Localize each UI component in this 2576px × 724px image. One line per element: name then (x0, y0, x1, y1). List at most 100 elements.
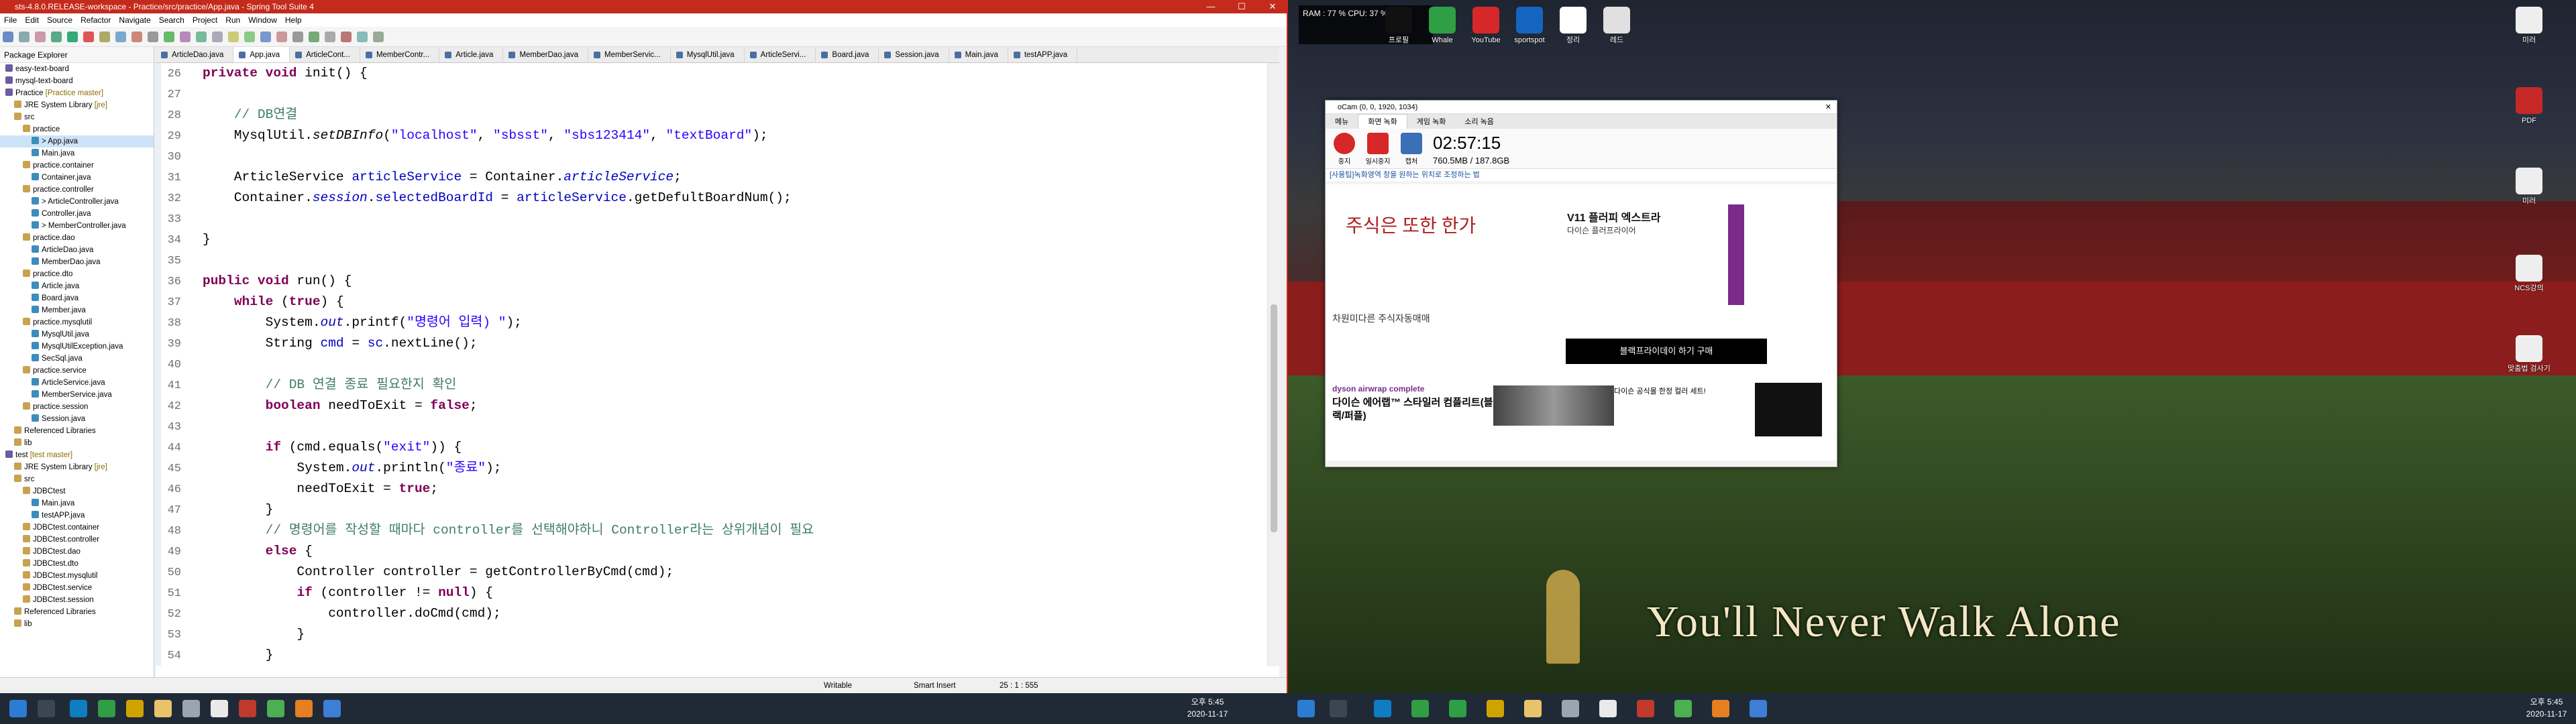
desktop-icon[interactable]: 미러 (2506, 168, 2553, 206)
desktop-icon[interactable]: 프로필 (1375, 7, 1422, 45)
editor-tab[interactable]: App.java (233, 47, 290, 62)
capture-button[interactable]: 캡처 (1397, 133, 1426, 166)
advertisement[interactable]: 주식은 또한 한가 차원미다른 주식자동매매 V11 플러피 엑스트라 다이슨 … (1326, 184, 1837, 461)
toolbar-button-icon[interactable] (180, 32, 191, 42)
toolbar-button-icon[interactable] (341, 32, 352, 42)
desktop-icon[interactable]: sportspot (1506, 7, 1553, 45)
code-area[interactable]: 26 private void init() {27 28 // DB연결 29 My… (156, 63, 1266, 666)
code-line[interactable]: 33 (156, 208, 1266, 229)
code-line[interactable]: 35 (156, 250, 1266, 271)
tree-folder[interactable]: JDBCtest.session (0, 594, 154, 606)
toolbar-button-icon[interactable] (83, 32, 94, 42)
tree-folder[interactable]: practice (0, 123, 154, 135)
code-line[interactable]: 52 controller.doCmd(cmd); (156, 603, 1266, 624)
tree-file[interactable]: Article.java (0, 280, 154, 292)
code-line[interactable]: 30 (156, 146, 1266, 167)
editor-tab[interactable]: MemberDao.java (503, 47, 589, 62)
tree-file[interactable]: MysqlUtil.java (0, 328, 154, 341)
toolbar-button-icon[interactable] (228, 32, 239, 42)
edge-icon[interactable] (70, 700, 87, 717)
tree-folder[interactable]: practice.mysqlutil (0, 316, 154, 328)
tree-folder[interactable]: JDBCtest.controller (0, 534, 154, 546)
tree-file[interactable]: ArticleDao.java (0, 244, 154, 256)
editor-tab[interactable]: MemberServic... (588, 47, 671, 62)
stop-button[interactable]: 중지 (1330, 133, 1359, 166)
code-line[interactable]: 40 (156, 354, 1266, 375)
tree-project[interactable]: easy-text-board (0, 63, 154, 75)
ocam-icon[interactable] (295, 700, 313, 717)
tree-file[interactable]: testAPP.java (0, 509, 154, 522)
code-line[interactable]: 42 boolean needToExit = false; (156, 396, 1266, 416)
ocam-tab[interactable]: 게임 녹화 (1407, 115, 1456, 129)
kakaotalk-icon[interactable] (1487, 700, 1504, 717)
document-icon[interactable] (1599, 700, 1617, 717)
edge-icon[interactable] (1374, 700, 1391, 717)
tree-file[interactable]: Member.java (0, 304, 154, 316)
tree-file[interactable]: ArticleService.java (0, 377, 154, 389)
tree-folder[interactable]: practice.session (0, 401, 154, 413)
tree-folder[interactable]: JDBCtest.dao (0, 546, 154, 558)
chrome-icon[interactable] (1411, 700, 1429, 717)
toolbar-button-icon[interactable] (51, 32, 62, 42)
tree-file[interactable]: Board.java (0, 292, 154, 304)
tree-folder[interactable]: practice.dao (0, 232, 154, 244)
tree-folder[interactable]: practice.dto (0, 268, 154, 280)
taskbar-clock-left[interactable]: 오후 5:45 2020-11-17 (1181, 696, 1234, 720)
tree-folder[interactable]: JDBCtest.container (0, 522, 154, 534)
editor-tab[interactable]: Board.java (816, 47, 879, 62)
code-line[interactable]: 53 } (156, 624, 1266, 645)
notepad-icon[interactable] (182, 700, 200, 717)
spring-tool-suite-icon[interactable] (267, 700, 284, 717)
scrollbar-thumb[interactable] (1271, 304, 1277, 532)
desktop-icon[interactable]: YouTube (1462, 7, 1509, 45)
desktop-icon[interactable]: 정리 (1550, 7, 1597, 45)
desktop-icon[interactable]: 맞춤법 검사기 (2506, 335, 2553, 373)
editor-scrollbar[interactable] (1267, 63, 1279, 666)
close-button[interactable]: ✕ (1257, 0, 1288, 13)
menu-search[interactable]: Search (155, 13, 189, 27)
editor-tab[interactable]: Article.java (439, 47, 504, 62)
code-line[interactable]: 29 MysqlUtil.setDBInfo("localhost", "sbs… (156, 125, 1266, 146)
tree-folder[interactable]: practice.controller (0, 184, 154, 196)
code-line[interactable]: 28 // DB연결 (156, 105, 1266, 125)
pause-button[interactable]: 일시중지 (1363, 133, 1393, 166)
tree-folder[interactable]: practice.container (0, 160, 154, 172)
toolbar-button-icon[interactable] (357, 32, 368, 42)
editor-tab[interactable]: ArticleDao.java (156, 47, 234, 62)
tree-folder[interactable]: Referenced Libraries (0, 425, 154, 437)
ocam-tab[interactable]: 소리 녹음 (1455, 115, 1503, 129)
tree-folder[interactable]: JRE System Library [jre] (0, 461, 154, 473)
desktop-icon[interactable]: Whale (1419, 7, 1466, 45)
toolbar-button-icon[interactable] (164, 32, 174, 42)
tree-file[interactable]: Container.java (0, 172, 154, 184)
menu-project[interactable]: Project (189, 13, 221, 27)
tree-folder[interactable]: JDBCtest.mysqlutil (0, 570, 154, 582)
start-icon[interactable] (9, 700, 27, 717)
search-icon[interactable] (1330, 700, 1347, 717)
editor-tab[interactable]: ArticleServi... (745, 47, 816, 62)
code-line[interactable]: 32 Container.session.selectedBoardId = a… (156, 188, 1266, 208)
toolbar-button-icon[interactable] (115, 32, 126, 42)
toolbar-button-icon[interactable] (19, 32, 30, 42)
toolbar-button-icon[interactable] (325, 32, 335, 42)
desktop-icon[interactable]: PDF (2506, 87, 2553, 125)
tree-folder[interactable]: lib (0, 618, 154, 630)
toolbar-button-icon[interactable] (373, 32, 384, 42)
toolbar-button-icon[interactable] (212, 32, 223, 42)
tree-file[interactable]: > MemberController.java (0, 220, 154, 232)
desktop-icon[interactable]: NCS강의 (2506, 255, 2553, 293)
ocam-tab[interactable]: 메뉴 (1326, 115, 1358, 129)
code-line[interactable]: 48 // 명령어를 작성할 때마다 controller를 선택해야하니 Co… (156, 520, 1266, 541)
code-line[interactable]: 51 if (controller != null) { (156, 583, 1266, 603)
code-line[interactable]: 44 if (cmd.equals("exit")) { (156, 437, 1266, 458)
maximize-button[interactable]: ☐ (1226, 0, 1257, 13)
start-icon[interactable] (1297, 700, 1315, 717)
ocam-icon[interactable] (1712, 700, 1729, 717)
minimize-button[interactable]: — (1195, 0, 1226, 13)
editor-tab[interactable]: testAPP.java (1008, 47, 1078, 62)
tree-folder[interactable]: JRE System Library [jre] (0, 99, 154, 111)
menu-edit[interactable]: Edit (21, 13, 43, 27)
editor-tab[interactable]: ArticleCont... (290, 47, 360, 62)
tree-file[interactable]: MemberService.java (0, 389, 154, 401)
desktop-icon[interactable]: 미러 (2506, 7, 2553, 45)
